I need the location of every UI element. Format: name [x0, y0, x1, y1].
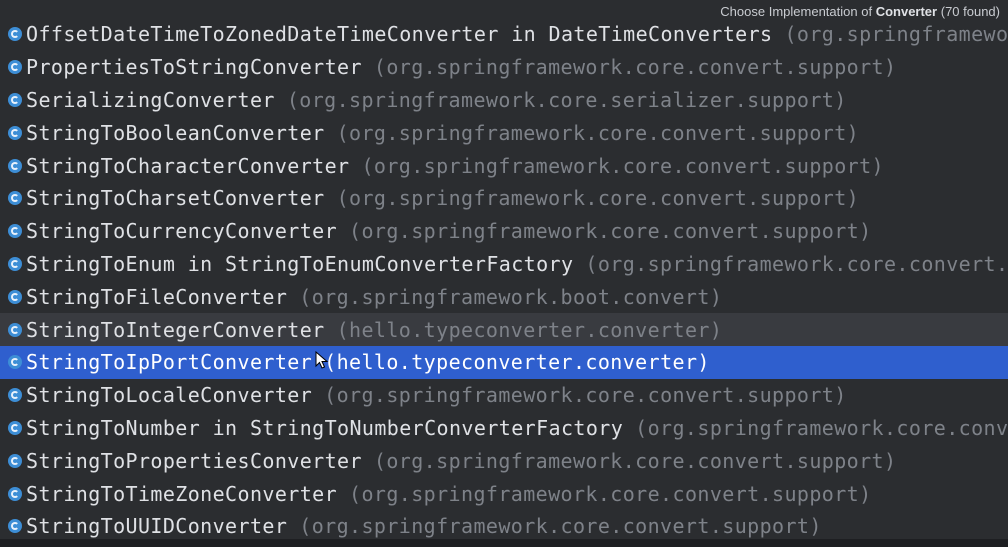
item-package: (org.springframework.core.convert.suppor… [585, 251, 1008, 276]
item-name: SerializingConverter [26, 87, 275, 112]
popup-bottom-edge [0, 539, 1008, 547]
item-package: (hello.typeconverter.converter) [324, 350, 710, 375]
class-icon [8, 125, 22, 140]
list-item[interactable]: SerializingConverter (org.springframewor… [0, 84, 1008, 117]
class-icon [8, 453, 22, 468]
item-name: StringToLocaleConverter [26, 383, 313, 408]
list-item[interactable]: StringToIpPortConverter (hello.typeconve… [0, 345, 1008, 379]
list-item[interactable]: StringToCharacterConverter (org.springfr… [0, 149, 1008, 182]
item-package: (hello.typeconverter.converter) [336, 317, 723, 342]
list-item[interactable]: StringToNumber in StringToNumberConverte… [0, 412, 1008, 445]
list-item[interactable]: StringToUUIDConverter (org.springframewo… [0, 510, 1008, 543]
item-name: StringToIpPortConverter [26, 350, 313, 375]
item-package: (org.springframework.core.convert.suppor… [635, 415, 1008, 440]
list-item[interactable]: StringToIntegerConverter (hello.typeconv… [0, 313, 1008, 346]
item-package: (org.springframework.core.serializer.sup… [286, 87, 847, 112]
list-item[interactable]: OffsetDateTimeToZonedDateTimeConverter i… [0, 18, 1008, 51]
item-package: (org.springframework.core.convert.suppor… [349, 481, 872, 506]
item-package: (org.springframework.format.datetime.sta… [784, 22, 1008, 47]
class-icon [8, 224, 22, 239]
list-item[interactable]: StringToCharsetConverter (org.springfram… [0, 182, 1008, 215]
list-item[interactable]: StringToPropertiesConverter (org.springf… [0, 444, 1008, 477]
list-item[interactable]: StringToFileConverter (org.springframewo… [0, 280, 1008, 313]
choose-implementation-popup: Choose Implementation of Converter (70 f… [0, 0, 1008, 547]
class-icon [8, 60, 22, 75]
item-name: StringToIntegerConverter [26, 317, 325, 342]
class-icon [8, 289, 22, 304]
item-name: StringToNumber in StringToNumberConverte… [26, 415, 624, 440]
item-name: StringToFileConverter [26, 284, 288, 309]
item-name: StringToCharacterConverter [26, 153, 350, 178]
class-icon [8, 158, 22, 173]
item-package: (org.springframework.core.convert.suppor… [336, 186, 860, 211]
class-icon [8, 355, 22, 370]
item-name: StringToUUIDConverter [26, 514, 288, 539]
header-prefix: Choose Implementation of [720, 4, 873, 19]
item-name: StringToBooleanConverter [26, 120, 325, 145]
class-icon [8, 27, 22, 42]
item-package: (org.springframework.core.convert.suppor… [361, 153, 884, 178]
item-package: (org.springframework.core.convert.suppor… [373, 55, 897, 80]
class-icon [8, 191, 22, 206]
item-name: PropertiesToStringConverter [26, 55, 362, 80]
item-name: OffsetDateTimeToZonedDateTimeConverter i… [26, 22, 773, 47]
class-icon [8, 388, 22, 403]
list-item[interactable]: StringToBooleanConverter (org.springfram… [0, 116, 1008, 149]
class-icon [8, 322, 22, 337]
mouse-pointer-icon [315, 350, 329, 369]
item-name: StringToTimeZoneConverter [26, 481, 338, 506]
list-item[interactable]: PropertiesToStringConverter (org.springf… [0, 51, 1008, 84]
item-package: (org.springframework.core.convert.suppor… [349, 219, 872, 244]
class-icon [8, 92, 22, 107]
item-package: (org.springframework.boot.convert) [299, 284, 723, 309]
item-package: (org.springframework.core.convert.suppor… [373, 448, 897, 473]
item-name: StringToCurrencyConverter [26, 219, 338, 244]
header-count: (70 found) [940, 4, 1000, 19]
class-icon [8, 420, 22, 435]
class-icon [8, 519, 22, 534]
item-name: StringToPropertiesConverter [26, 448, 362, 473]
list-item[interactable]: StringToTimeZoneConverter (org.springfra… [0, 477, 1008, 510]
class-icon [8, 256, 22, 271]
class-icon [8, 486, 22, 501]
item-package: (org.springframework.core.convert.suppor… [299, 514, 822, 539]
list-item[interactable]: StringToCurrencyConverter (org.springfra… [0, 215, 1008, 248]
item-package: (org.springframework.core.convert.suppor… [336, 120, 860, 145]
item-package: (org.springframework.core.convert.suppor… [324, 383, 847, 408]
list-item[interactable]: StringToEnum in StringToEnumConverterFac… [0, 248, 1008, 281]
item-name: StringToCharsetConverter [26, 186, 325, 211]
item-name: StringToEnum in StringToEnumConverterFac… [26, 251, 574, 276]
header-target: Converter [875, 4, 938, 19]
implementation-list: OffsetDateTimeToZonedDateTimeConverter i… [0, 18, 1008, 543]
list-item[interactable]: StringToLocaleConverter (org.springframe… [0, 379, 1008, 412]
